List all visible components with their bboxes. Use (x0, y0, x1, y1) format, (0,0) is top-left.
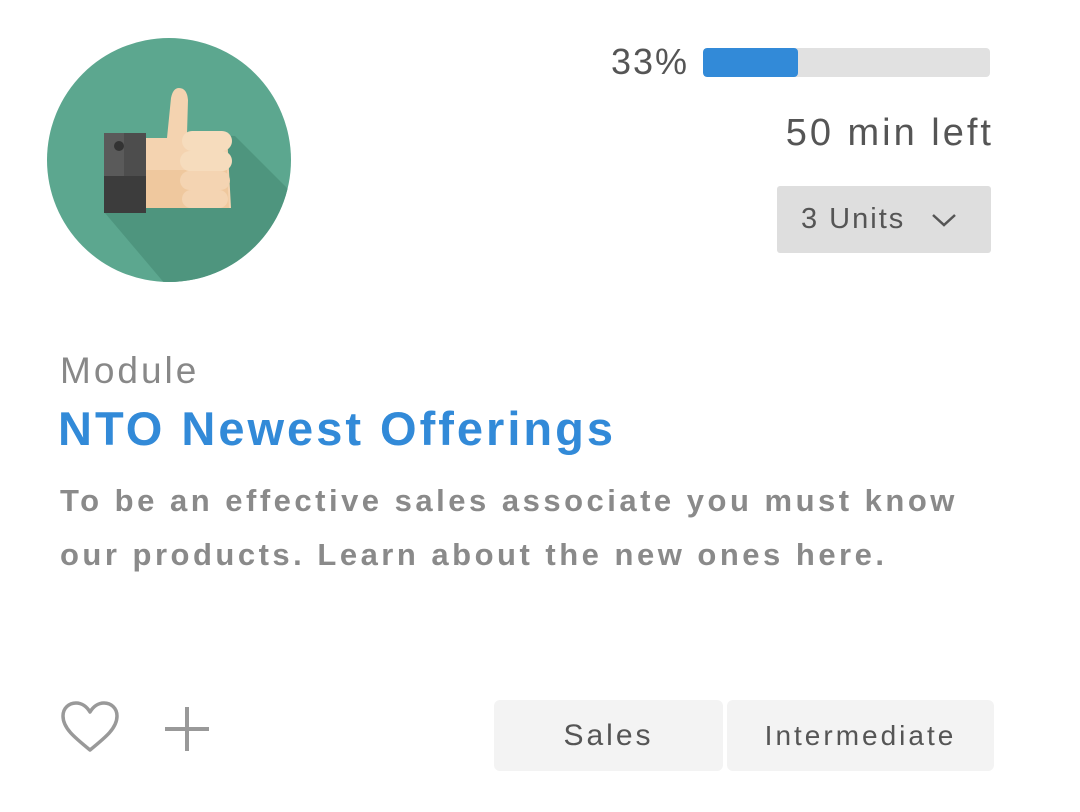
progress-bar (703, 47, 990, 77)
module-title[interactable]: NTO Newest Offerings (58, 401, 616, 456)
progress-indicator: 33% (611, 40, 990, 84)
tag-sales[interactable]: Sales (494, 700, 723, 771)
plus-icon[interactable] (162, 704, 212, 754)
progress-percent: 33% (610, 41, 689, 82)
progress-bar-fill (703, 47, 798, 77)
time-left: 50 min left (785, 112, 994, 154)
heart-icon[interactable] (60, 700, 120, 754)
module-type-label: Module (60, 350, 200, 391)
thumbs-up-badge-icon (47, 38, 291, 282)
tag-intermediate[interactable]: Intermediate (727, 700, 994, 771)
units-dropdown[interactable]: 3 Units (777, 186, 991, 253)
units-dropdown-label: 3 Units (801, 203, 906, 235)
module-description: To be an effective sales associate you m… (60, 483, 958, 572)
chevron-down-icon (932, 213, 957, 227)
